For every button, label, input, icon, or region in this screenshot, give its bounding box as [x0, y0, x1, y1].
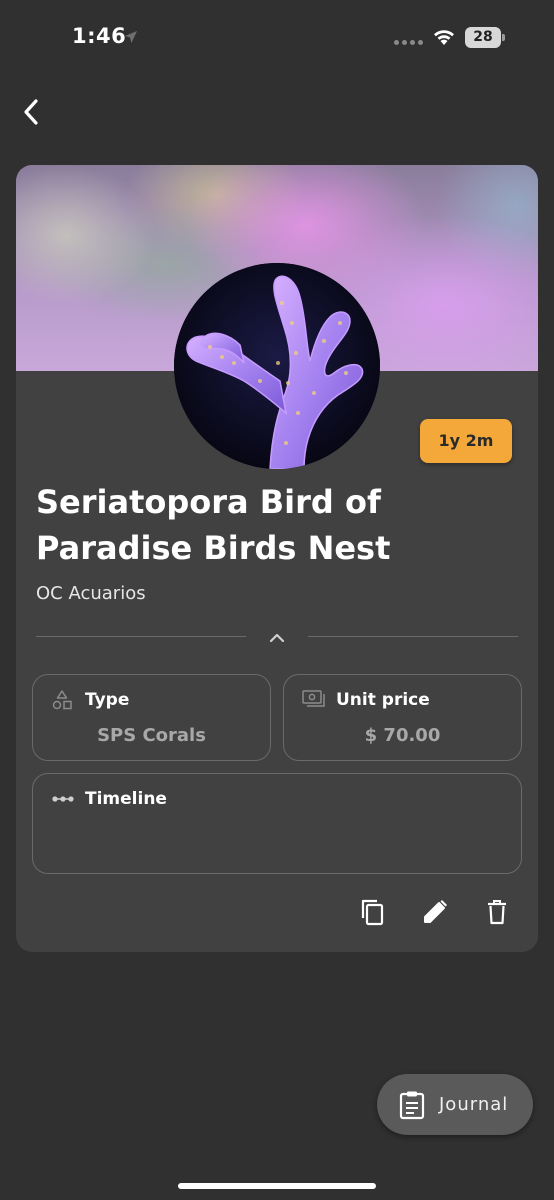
- back-chevron-icon: [24, 99, 38, 125]
- type-label: Type: [85, 690, 130, 710]
- timeline-icon: [52, 796, 74, 802]
- shapes-icon: [52, 690, 72, 710]
- chevron-up-icon: [269, 633, 285, 643]
- wifi-icon: [434, 30, 454, 45]
- location-arrow-icon: [125, 31, 137, 43]
- battery-level: 28: [473, 29, 493, 45]
- divider: [36, 636, 246, 637]
- journal-label: Journal: [439, 1094, 509, 1115]
- coral-photo[interactable]: [174, 263, 380, 469]
- battery-icon: 28: [465, 27, 505, 48]
- age-badge: 1y 2m: [420, 419, 512, 463]
- coral-name: Seriatopora Bird of Paradise Birds Nest: [36, 483, 391, 567]
- timeline-label: Timeline: [85, 789, 167, 809]
- divider: [308, 636, 518, 637]
- clipboard-icon: [399, 1091, 425, 1120]
- signal-dots: [394, 40, 423, 45]
- type-value: SPS Corals: [97, 725, 206, 746]
- trash-icon: [488, 900, 506, 925]
- journal-button[interactable]: Journal: [377, 1074, 533, 1135]
- delete-button[interactable]: [483, 898, 511, 926]
- cash-icon: [302, 690, 325, 707]
- copy-button[interactable]: [358, 898, 386, 926]
- coral-card: 1y 2m Seriatopora Bird of Paradise Birds…: [16, 165, 538, 952]
- back-button[interactable]: [14, 95, 48, 129]
- collapse-button[interactable]: [264, 625, 290, 649]
- timeline-field[interactable]: Timeline: [32, 773, 522, 874]
- home-indicator[interactable]: [178, 1183, 376, 1189]
- type-field: Type SPS Corals: [32, 674, 271, 761]
- unit-price-label: Unit price: [336, 690, 430, 710]
- unit-price-value: $ 70.00: [364, 725, 441, 746]
- copy-icon: [361, 899, 384, 926]
- pencil-icon: [424, 900, 447, 923]
- edit-button[interactable]: [421, 898, 449, 926]
- status-time: 1:46: [72, 24, 127, 48]
- unit-price-field: Unit price $ 70.00: [283, 674, 522, 761]
- status-bar: 1:46 28: [0, 0, 554, 76]
- vendor-name: OC Acuarios: [36, 583, 146, 604]
